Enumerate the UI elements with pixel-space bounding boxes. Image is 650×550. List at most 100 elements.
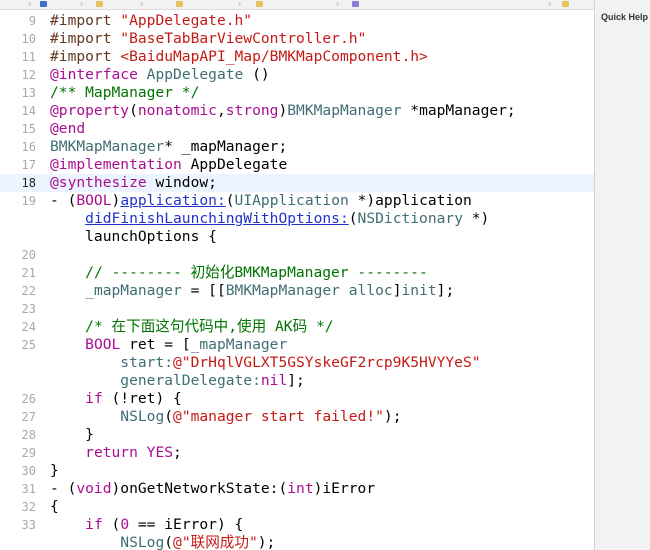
code-line[interactable]: didFinishLaunchingWithOptions:(NSDiction… [0, 210, 594, 228]
line-number: 18 [21, 176, 36, 190]
code-text[interactable]: @property(nonatomic,strong)BMKMapManager… [50, 102, 516, 120]
code-text[interactable]: generalDelegate:nil]; [50, 372, 305, 390]
code-text[interactable]: didFinishLaunchingWithOptions:(NSDiction… [50, 210, 489, 228]
jump-bar[interactable]: › › › › › › [0, 0, 650, 10]
code-token: BMKMapManager [287, 102, 402, 119]
code-token: ]; [436, 282, 455, 299]
code-token: <BaiduMapAPI_Map/BMKMapComponent.h> [120, 48, 428, 65]
code-text[interactable]: #import "AppDelegate.h" [50, 12, 252, 30]
code-line[interactable]: 16 BMKMapManager* _mapManager; [0, 138, 594, 156]
code-text[interactable]: @end [50, 120, 85, 138]
line-number: 14 [21, 104, 36, 118]
code-line[interactable]: 23 [0, 300, 594, 318]
code-line[interactable]: 17 @implementation AppDelegate [0, 156, 594, 174]
code-line[interactable]: start:@"DrHqlVGLXT5GSYskeGF2rcp9K5HVYYeS… [0, 354, 594, 372]
code-token: @"DrHqlVGLXT5GSYskeGF2rcp9K5HVYYeS" [173, 354, 481, 371]
code-token: } [50, 426, 94, 443]
code-line[interactable]: 21 // -------- 初始化BMKMapManager -------- [0, 264, 594, 282]
code-token: )iError [313, 480, 376, 497]
code-token: ( [164, 408, 174, 425]
code-text[interactable]: BMKMapManager* _mapManager; [50, 138, 287, 156]
line-number: 16 [21, 140, 36, 154]
code-line[interactable]: 19 - (BOOL)application:(UIApplication *)a… [0, 192, 594, 210]
code-line[interactable]: 18 @synthesize window; [0, 174, 594, 192]
code-token: #import [50, 30, 121, 47]
code-line[interactable]: 25 BOOL ret = [_mapManager [0, 336, 594, 354]
code-line[interactable]: launchOptions { [0, 228, 594, 246]
code-text[interactable]: launchOptions { [50, 228, 217, 246]
code-text[interactable]: #import "BaseTabBarViewController.h" [50, 30, 366, 48]
code-text[interactable]: NSLog(@"manager start failed!"); [50, 408, 401, 426]
code-token: /** MapManager */ [50, 84, 200, 101]
code-token: ) [111, 192, 121, 209]
code-text[interactable]: if (0 == iError) { [50, 516, 243, 534]
code-line[interactable]: generalDelegate:nil]; [0, 372, 594, 390]
code-line[interactable]: 31 - (void)onGetNetworkState:(int)iError [0, 480, 594, 498]
code-token: /* 在下面这句代码中,使用 AK码 */ [85, 318, 334, 335]
code-line[interactable]: 11 #import <BaiduMapAPI_Map/BMKMapCompone… [0, 48, 594, 66]
code-line[interactable]: 29 return YES; [0, 444, 594, 462]
code-text[interactable]: if (!ret) { [50, 390, 182, 408]
code-token: @"manager start failed!" [173, 408, 384, 425]
code-editor[interactable]: 9 #import "AppDelegate.h" 10 #import "BaseT… [0, 10, 594, 550]
code-text[interactable]: start:@"DrHqlVGLXT5GSYskeGF2rcp9K5HVYYeS… [50, 354, 481, 372]
code-text[interactable]: #import <BaiduMapAPI_Map/BMKMapComponent… [50, 48, 428, 66]
line-number: 20 [21, 248, 36, 262]
code-line[interactable]: 12 @interface AppDelegate () [0, 66, 594, 84]
code-token: ( [129, 102, 138, 119]
line-number: 15 [21, 122, 36, 136]
code-token: alloc [348, 282, 393, 299]
code-token: BOOL [76, 192, 112, 209]
code-text[interactable]: @interface AppDelegate () [50, 66, 270, 84]
code-line[interactable]: 33 if (0 == iError) { [0, 516, 594, 534]
code-line[interactable]: 22 _mapManager = [[BMKMapManager alloc]i… [0, 282, 594, 300]
code-line[interactable]: NSLog(@"联网成功"); [0, 534, 594, 550]
code-line[interactable]: 10 #import "BaseTabBarViewController.h" [0, 30, 594, 48]
code-text[interactable]: @implementation AppDelegate [50, 156, 287, 174]
code-line[interactable]: 13 /** MapManager */ [0, 84, 594, 102]
code-text[interactable]: _mapManager = [[BMKMapManager alloc]init… [50, 282, 454, 300]
file-icon [352, 1, 359, 7]
code-line[interactable]: 26 if (!ret) { [0, 390, 594, 408]
code-text[interactable]: } [50, 462, 59, 480]
line-number: 26 [21, 392, 36, 406]
line-number: 32 [21, 500, 36, 514]
code-text[interactable]: - (BOOL)application:(UIApplication *)app… [50, 192, 472, 210]
code-line[interactable]: 30} [0, 462, 594, 480]
code-text[interactable]: - (void)onGetNetworkState:(int)iError [50, 480, 375, 498]
code-token: ret = [ [120, 336, 191, 353]
code-token: NSLog [120, 408, 165, 425]
code-text[interactable]: BOOL ret = [_mapManager [50, 336, 287, 354]
code-line[interactable]: 32 { [0, 498, 594, 516]
code-line[interactable]: 27 NSLog(@"manager start failed!"); [0, 408, 594, 426]
code-text[interactable]: } [50, 426, 94, 444]
code-text[interactable]: // -------- 初始化BMKMapManager -------- [50, 264, 428, 282]
chevron-right-icon: › [336, 0, 340, 8]
code-text[interactable]: NSLog(@"联网成功"); [50, 534, 275, 550]
line-number: 25 [21, 338, 36, 352]
code-line[interactable]: 28 } [0, 426, 594, 444]
code-line[interactable]: 14 @property(nonatomic,strong)BMKMapManag… [0, 102, 594, 120]
code-text[interactable]: /** MapManager */ [50, 84, 199, 102]
code-text[interactable]: { [50, 498, 59, 516]
code-token: , [216, 102, 226, 119]
code-text[interactable]: @synthesize window; [50, 174, 217, 192]
code-line[interactable]: 20 [0, 246, 594, 264]
code-token: ( [102, 516, 121, 533]
code-text[interactable]: /* 在下面这句代码中,使用 AK码 */ [50, 318, 334, 336]
code-line[interactable]: 15 @end [0, 120, 594, 138]
code-token: - ( [50, 192, 77, 209]
code-line[interactable]: 9 #import "AppDelegate.h" [0, 12, 594, 30]
code-token: if [85, 390, 103, 407]
code-line[interactable]: 24 /* 在下面这句代码中,使用 AK码 */ [0, 318, 594, 336]
code-token: *mapManager; [401, 102, 516, 119]
code-text[interactable]: return YES; [50, 444, 182, 462]
